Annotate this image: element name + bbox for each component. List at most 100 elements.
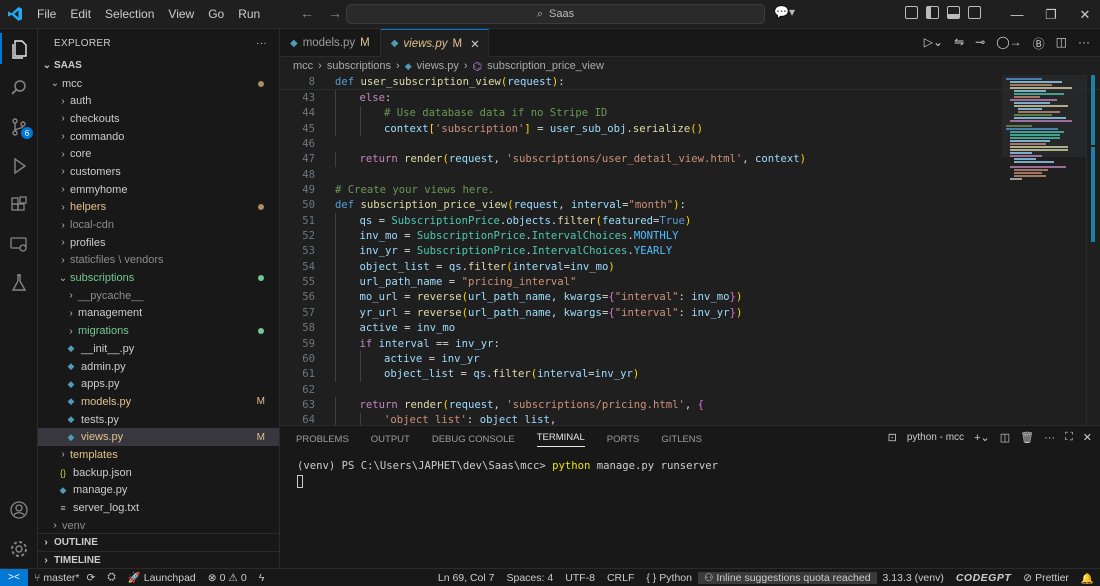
git-graph-icon[interactable]: ⛭ — [101, 571, 121, 584]
tree-folder[interactable]: › staticfiles \ vendors — [38, 252, 279, 270]
end-of-line[interactable]: CRLF — [601, 572, 640, 584]
more-actions-icon[interactable]: ··· — [256, 38, 267, 49]
close-window-icon[interactable]: ✕ — [1068, 0, 1100, 29]
tree-folder[interactable]: › emmyhome — [38, 181, 279, 199]
timeline-section[interactable]: › TIMELINE — [38, 551, 280, 569]
notifications-bell-icon[interactable]: 🔔 — [1075, 572, 1100, 585]
tab-terminal[interactable]: TERMINAL — [536, 432, 585, 447]
close-panel-icon[interactable]: ✕ — [1083, 431, 1092, 444]
split-editor-icon[interactable]: ◫ — [1056, 35, 1067, 52]
lightning-icon[interactable]: ϟ — [253, 572, 271, 584]
back-arrow-icon[interactable]: ← — [300, 5, 314, 21]
tree-file[interactable]: ◆ tests.py — [38, 411, 279, 429]
maximize-panel-icon[interactable]: ⛶ — [1065, 431, 1073, 444]
menu-edit[interactable]: Edit — [63, 0, 98, 29]
run-debug-icon[interactable] — [0, 146, 38, 185]
tree-folder[interactable]: › local-cdn — [38, 216, 279, 234]
tab-output[interactable]: OUTPUT — [371, 434, 410, 445]
source-control-icon[interactable]: 6 — [0, 107, 38, 146]
customize-layout-icon[interactable] — [905, 6, 918, 19]
tree-folder[interactable]: › templates — [38, 446, 279, 464]
codegpt-status[interactable]: CODEGPT — [950, 572, 1017, 584]
python-interpreter[interactable]: 3.13.3 (venv) — [877, 572, 950, 584]
toggle-sidebar-icon[interactable] — [926, 6, 939, 19]
tree-file[interactable]: ◆ __init__.py — [38, 340, 279, 358]
kill-terminal-icon[interactable]: 🗑 — [1020, 431, 1034, 444]
copilot-status[interactable]: ⚇ Inline suggestions quota reached — [698, 572, 877, 584]
menu-run[interactable]: Run — [231, 0, 267, 29]
toggle-secondary-sidebar-icon[interactable] — [968, 6, 981, 19]
more-actions-icon[interactable]: ··· — [1078, 35, 1090, 52]
tree-folder[interactable]: › migrations — [38, 322, 279, 340]
tree-folder[interactable]: › auth — [38, 92, 279, 110]
restore-icon[interactable]: ❐ — [1034, 0, 1068, 29]
tree-folder[interactable]: › __pycache__ — [38, 287, 279, 305]
codegpt-icon[interactable]: Ⓑ — [1033, 35, 1045, 52]
tree-file[interactable]: ◆ views.py M — [38, 428, 279, 447]
tree-folder[interactable]: › customers — [38, 163, 279, 181]
tab-ports[interactable]: PORTS — [607, 434, 640, 445]
tree-folder[interactable]: › profiles — [38, 234, 279, 252]
breadcrumb-item[interactable]: views.py — [417, 60, 459, 72]
toggle-panel-icon[interactable] — [947, 6, 960, 19]
terminal-shell-label[interactable]: python - mcc — [907, 432, 964, 443]
tree-folder[interactable]: › commando — [38, 128, 279, 146]
vertical-scrollbar[interactable] — [1086, 75, 1100, 425]
tab-gitlens[interactable]: GITLENS — [661, 434, 702, 445]
run-python-icon[interactable]: ▷⌄ — [924, 35, 943, 52]
extensions-icon[interactable] — [0, 185, 38, 224]
encoding[interactable]: UTF-8 — [559, 572, 601, 584]
settings-gear-icon[interactable] — [0, 529, 38, 568]
open-changes-icon[interactable]: ◯→ — [996, 35, 1021, 52]
outline-section[interactable]: › OUTLINE — [38, 533, 280, 551]
remote-explorer-icon[interactable] — [0, 224, 38, 263]
search-view-icon[interactable] — [0, 68, 38, 107]
compare-changes-icon[interactable]: ⇋ — [954, 35, 964, 52]
forward-arrow-icon[interactable]: → — [328, 5, 342, 21]
prettier-status[interactable]: ⊘ Prettier — [1017, 572, 1075, 584]
copilot-chat-icon[interactable]: 💬▾ — [774, 5, 795, 19]
close-tab-icon[interactable]: ✕ — [470, 37, 480, 51]
split-terminal-icon[interactable]: ◫ — [1000, 431, 1010, 444]
tree-folder[interactable]: › core — [38, 145, 279, 163]
breadcrumb-item[interactable]: mcc — [293, 60, 313, 72]
remote-indicator-icon[interactable]: >< — [0, 568, 28, 586]
minimap[interactable] — [1002, 75, 1086, 425]
previous-change-icon[interactable]: ⊸ — [975, 35, 985, 52]
tab-models-py[interactable]: ◆ models.py M — [280, 29, 381, 57]
problems-count[interactable]: ⊗ 0 ⚠ 0 — [202, 572, 253, 584]
code-editor[interactable]: 8 def user_subscription_view(request): 43 e… — [280, 75, 1100, 425]
indentation[interactable]: Spaces: 4 — [500, 572, 559, 584]
workspace-header[interactable]: ⌄ SAAS — [38, 57, 279, 75]
menu-selection[interactable]: Selection — [98, 0, 161, 29]
language-mode[interactable]: { } Python — [640, 572, 698, 584]
cursor-position[interactable]: Ln 69, Col 7 — [432, 572, 501, 584]
command-center-search[interactable]: ⌕ Saas — [346, 4, 765, 24]
explorer-icon[interactable] — [0, 29, 38, 68]
tree-folder[interactable]: › venv — [38, 517, 279, 535]
tab-debug-console[interactable]: DEBUG CONSOLE — [432, 434, 515, 445]
tree-folder[interactable]: ⌄ subscriptions — [38, 269, 279, 287]
account-icon[interactable] — [0, 490, 38, 529]
tree-folder[interactable]: ⌄ mcc — [38, 75, 279, 93]
terminal-output[interactable]: (venv) PS C:\Users\JAPHET\dev\Saas\mcc> … — [280, 452, 1100, 496]
git-branch[interactable]: ⑂ master* ⟳ — [28, 572, 101, 584]
launchpad[interactable]: 🚀 Launchpad — [122, 571, 202, 585]
minimize-icon[interactable]: — — [1000, 0, 1034, 29]
tab-problems[interactable]: PROBLEMS — [296, 434, 349, 445]
tab-views-py[interactable]: ◆ views.py M ✕ — [380, 29, 489, 57]
tree-file[interactable]: ◆ admin.py — [38, 358, 279, 376]
tree-file[interactable]: ◆ models.py M — [38, 393, 279, 411]
more-actions-icon[interactable]: ··· — [1044, 432, 1055, 444]
tree-file[interactable]: {} backup.json — [38, 464, 279, 482]
tree-folder[interactable]: › helpers — [38, 199, 279, 217]
tree-folder[interactable]: › management — [38, 305, 279, 323]
breadcrumb-item[interactable]: subscriptions — [327, 60, 391, 72]
menu-view[interactable]: View — [161, 0, 201, 29]
menu-file[interactable]: File — [30, 0, 63, 29]
tree-file[interactable]: ◆ manage.py — [38, 482, 279, 500]
testing-flask-icon[interactable] — [0, 263, 38, 302]
new-terminal-icon[interactable]: +⌄ — [974, 431, 990, 444]
tree-file[interactable]: ≡ server_log.txt — [38, 499, 279, 517]
tree-file[interactable]: ◆ apps.py — [38, 375, 279, 393]
